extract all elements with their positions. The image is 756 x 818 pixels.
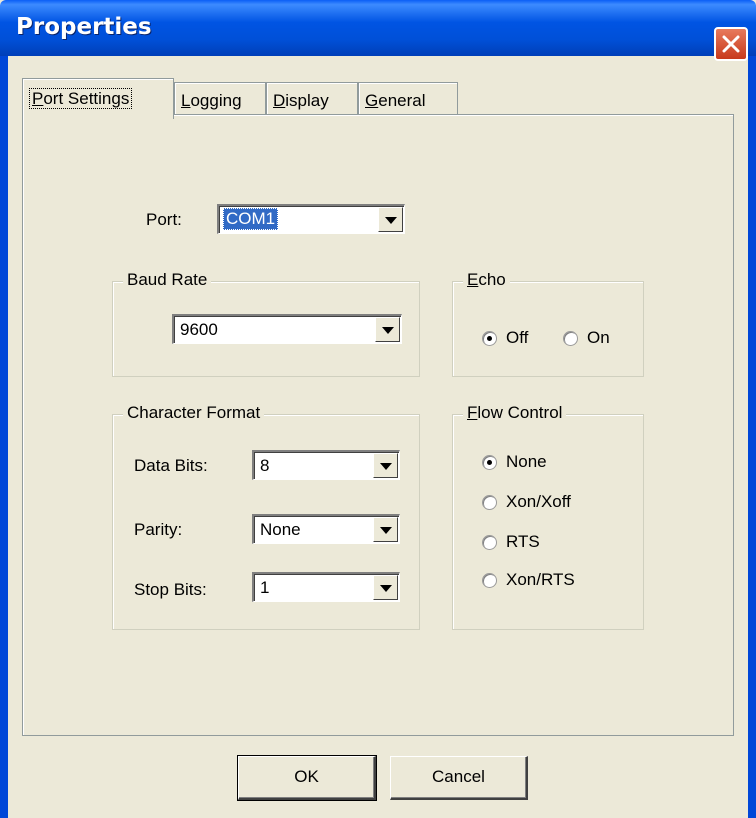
flow-control-group: Flow Control <box>452 403 644 630</box>
chevron-down-icon <box>380 463 392 470</box>
echo-title: Echo <box>463 270 510 290</box>
radio-unchecked-icon <box>482 573 497 588</box>
data-bits-label: Data Bits: <box>134 456 208 475</box>
close-icon <box>722 35 740 53</box>
parity-dropdown-button[interactable] <box>373 517 398 542</box>
properties-dialog: Properties Port Settings Logging Display… <box>0 0 756 818</box>
stop-bits-dropdown[interactable]: 1 <box>252 572 400 602</box>
flow-control-title: Flow Control <box>463 403 567 423</box>
ok-button[interactable]: OK <box>237 755 377 801</box>
tab-display[interactable]: Display <box>266 82 358 118</box>
baud-rate-dropdown[interactable]: 9600 <box>172 314 402 344</box>
character-format-title: Character Format <box>123 403 265 423</box>
port-label: Port: <box>146 210 182 229</box>
tab-port-settings[interactable]: Port Settings <box>22 78 174 119</box>
radio-unchecked-icon <box>482 535 497 550</box>
radio-checked-icon <box>482 455 497 470</box>
tab-general[interactable]: General <box>358 82 458 118</box>
baud-rate-title: Baud Rate <box>123 270 212 290</box>
chevron-down-icon <box>380 585 392 592</box>
baud-rate-value: 9600 <box>180 320 218 339</box>
tab-logging[interactable]: Logging <box>174 82 266 118</box>
port-dropdown-button[interactable] <box>378 207 403 232</box>
radio-unchecked-icon <box>563 331 578 346</box>
parity-value: None <box>260 520 301 539</box>
window-title: Properties <box>16 14 152 40</box>
stop-bits-value: 1 <box>260 578 270 597</box>
data-bits-dropdown[interactable]: 8 <box>252 450 400 480</box>
data-bits-dropdown-button[interactable] <box>373 453 398 478</box>
title-bar[interactable]: Properties <box>0 0 756 61</box>
chevron-down-icon <box>385 217 397 224</box>
cancel-button[interactable]: Cancel <box>390 756 528 800</box>
parity-label: Parity: <box>134 520 183 539</box>
echo-group: Echo <box>452 270 644 377</box>
baud-rate-dropdown-button[interactable] <box>375 317 400 342</box>
port-value: COM1 <box>223 208 279 230</box>
radio-checked-icon <box>482 331 497 346</box>
port-dropdown[interactable]: COM1 <box>217 204 405 234</box>
close-button[interactable] <box>714 27 748 61</box>
window-frame-left <box>0 56 8 818</box>
data-bits-value: 8 <box>260 456 270 475</box>
radio-unchecked-icon <box>482 495 497 510</box>
stop-bits-dropdown-button[interactable] <box>373 575 398 600</box>
stop-bits-label: Stop Bits: <box>134 580 207 599</box>
chevron-down-icon <box>382 327 394 334</box>
window-frame-right <box>748 56 756 818</box>
chevron-down-icon <box>380 527 392 534</box>
parity-dropdown[interactable]: None <box>252 514 400 544</box>
